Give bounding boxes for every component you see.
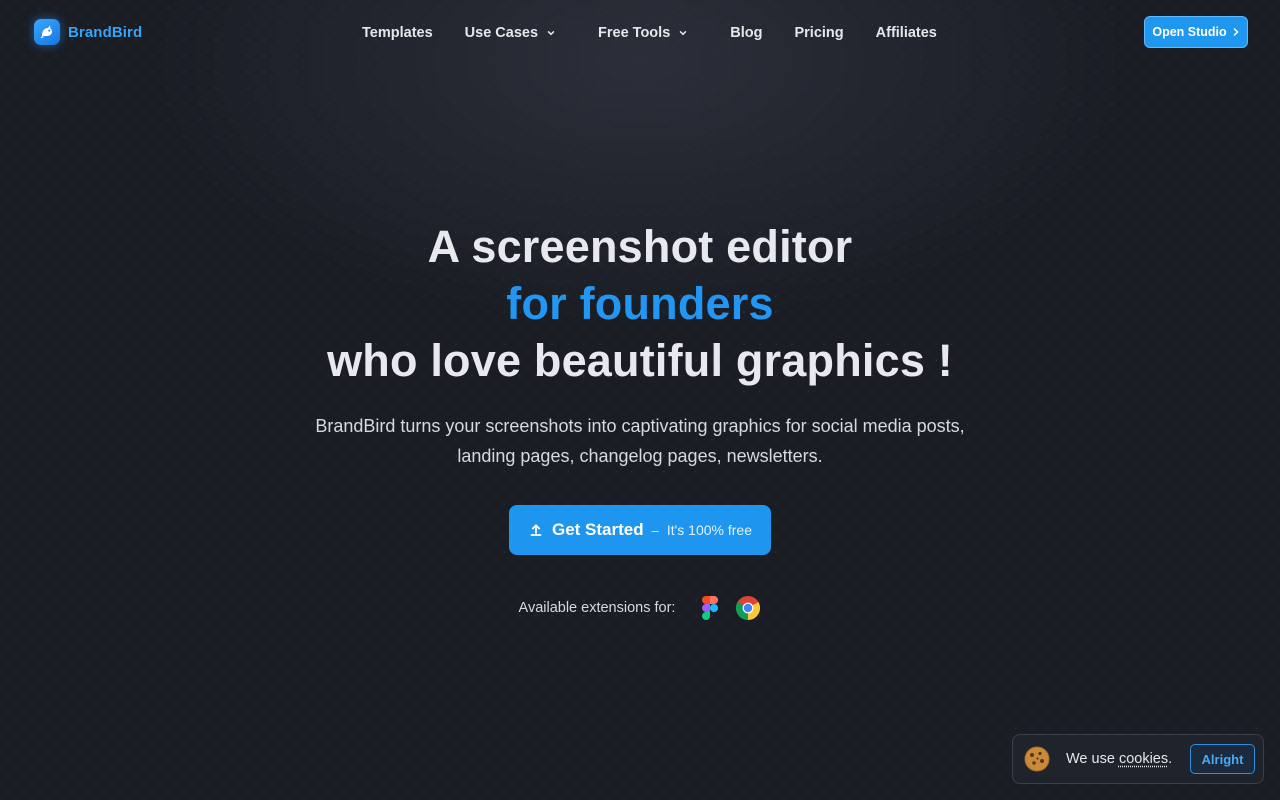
open-studio-label: Open Studio bbox=[1152, 25, 1227, 39]
get-started-label: Get Started bbox=[551, 520, 644, 539]
nav-use-cases[interactable]: Use Cases bbox=[449, 25, 572, 41]
cookie-text-prefix: We use bbox=[1066, 751, 1119, 767]
nav-affiliates[interactable]: Affiliates bbox=[860, 25, 953, 41]
top-navbar: BrandBird Templates Use Cases Free Tools… bbox=[0, 0, 1280, 64]
hero-title-line-1: A screenshot editor bbox=[427, 221, 853, 272]
nav-templates[interactable]: Templates bbox=[346, 25, 449, 41]
figma-icon[interactable] bbox=[697, 595, 723, 621]
nav-blog-label: Blog bbox=[730, 25, 763, 41]
get-started-button[interactable]: Get Started – It's 100% free bbox=[509, 505, 771, 555]
alright-button[interactable]: Alright bbox=[1190, 744, 1255, 774]
chevron-right-icon bbox=[1233, 28, 1239, 36]
cta-free-note: It's 100% free bbox=[666, 522, 753, 538]
hero-section: A screenshot editor for founders who lov… bbox=[0, 218, 1280, 621]
brand-logo-link[interactable]: BrandBird bbox=[34, 18, 142, 46]
hero-title-line-2: for founders bbox=[506, 278, 774, 329]
brand-name: BrandBird bbox=[68, 23, 143, 41]
cookie-banner: We use cookies. Alright bbox=[1012, 734, 1264, 784]
extensions-label: Available extensions for: bbox=[518, 600, 676, 616]
nav-pricing[interactable]: Pricing bbox=[778, 25, 859, 41]
nav-pricing-label: Pricing bbox=[794, 25, 844, 41]
nav-blog[interactable]: Blog bbox=[714, 25, 778, 41]
extensions-row: Available extensions for: bbox=[519, 595, 762, 621]
cookie-message: We use cookies. bbox=[1066, 751, 1172, 767]
nav-affiliates-label: Affiliates bbox=[875, 25, 937, 41]
chevron-down-icon bbox=[547, 31, 555, 36]
main-menu: Templates Use Cases Free Tools Blog Pric… bbox=[346, 20, 953, 46]
nav-use-cases-label: Use Cases bbox=[464, 25, 539, 41]
cookie-text-suffix: . bbox=[1168, 751, 1173, 767]
open-studio-button[interactable]: Open Studio bbox=[1144, 16, 1248, 48]
cta-separator: – bbox=[651, 522, 659, 538]
cookie-icon bbox=[1024, 746, 1050, 772]
chevron-down-icon bbox=[680, 31, 687, 36]
nav-free-tools[interactable]: Free Tools bbox=[582, 25, 704, 41]
brandbird-logo-icon bbox=[34, 19, 60, 45]
hero-subtitle: BrandBird turns your screenshots into ca… bbox=[315, 416, 965, 466]
cookies-link[interactable]: cookies bbox=[1119, 751, 1168, 767]
upload-icon bbox=[530, 524, 542, 536]
chrome-icon[interactable] bbox=[735, 595, 761, 621]
nav-free-tools-label: Free Tools bbox=[598, 25, 671, 41]
nav-templates-label: Templates bbox=[362, 25, 433, 41]
hero-title-line-3: who love beautiful graphics ! bbox=[327, 335, 953, 386]
